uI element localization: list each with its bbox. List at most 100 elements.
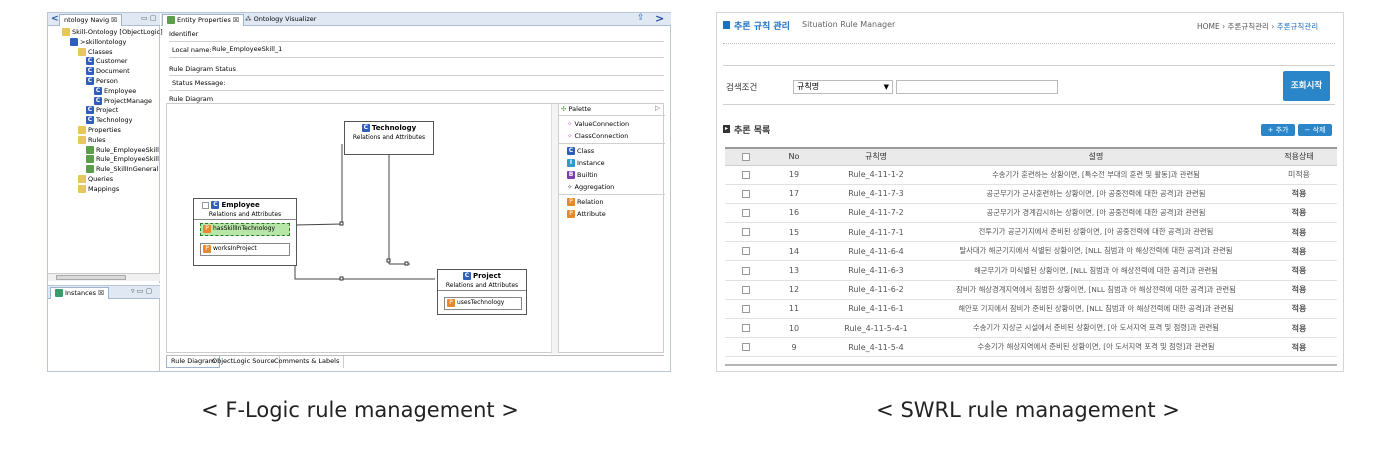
row-name[interactable]: Rule_4-11-5-4: [821, 337, 931, 358]
tab-ontology-visualizer[interactable]: ⁂ Ontology Visualizer: [241, 14, 320, 26]
table-row[interactable]: 14 Rule_4-11-6-4 탈사대가 해군기지에서 식별된 상황이면, [NL…: [725, 241, 1337, 262]
tree-item[interactable]: Classes: [78, 47, 113, 57]
export-icon[interactable]: ⇪: [637, 13, 645, 23]
tree-item[interactable]: Mappings: [78, 184, 119, 194]
palette-item[interactable]: P Relation: [567, 198, 603, 207]
table-row[interactable]: 11 Rule_4-11-6-1 해안포 기지에서 잠비가 준비된 상황이면, [N…: [725, 299, 1337, 320]
forward-icon[interactable]: >: [655, 12, 664, 25]
tree-item[interactable]: C ProjectManage: [94, 96, 152, 106]
row-checkbox[interactable]: [742, 170, 750, 179]
tab-comments-labels[interactable]: Comments & Labels: [270, 356, 345, 368]
tree-item[interactable]: Skill-Ontology [ObjectLogic]: [62, 28, 163, 37]
table-row[interactable]: 19 Rule_4-11-1-2 수송기가 훈련하는 상황이면, [특수전 부대의 …: [725, 165, 1337, 185]
tree-item[interactable]: C Project: [86, 106, 118, 115]
row-checkbox[interactable]: [742, 266, 750, 275]
table-row[interactable]: 16 Rule_4-11-7-2 공군무기가 경계감시하는 상황이면, [아 공중전…: [725, 203, 1337, 224]
nav-scrollbar[interactable]: [48, 273, 160, 281]
employee-checkbox[interactable]: [202, 201, 209, 209]
delete-button[interactable]: − 삭제: [1298, 124, 1332, 136]
table-row[interactable]: 13 Rule_4-11-6-3 해군무기가 미식별된 상황이면, [NLL 침범과…: [725, 260, 1337, 281]
row-checkbox[interactable]: [742, 208, 750, 217]
row-checkbox[interactable]: [742, 247, 750, 256]
row-select[interactable]: [725, 299, 767, 320]
tree-item[interactable]: C Document: [86, 67, 130, 76]
attr-works-in[interactable]: PworksInProject: [200, 243, 290, 256]
tab-entity-properties[interactable]: Entity Properties ☒: [162, 14, 244, 26]
tree-item[interactable]: C Employee: [94, 86, 136, 96]
row-select[interactable]: [725, 280, 767, 300]
palette-item[interactable]: ✧ Aggregation: [567, 183, 614, 192]
tree-item[interactable]: Rule_EmployeeSkill: [86, 155, 159, 164]
palette-item[interactable]: I Instance: [567, 159, 605, 168]
tree-item[interactable]: C Customer: [86, 57, 128, 66]
folder-icon: [78, 135, 86, 144]
local-name-field[interactable]: Rule_EmployeeSkill_1: [212, 45, 282, 53]
employee-node[interactable]: C Employee Relations and Attributes PhasS…: [193, 198, 297, 266]
palette-collapse-icon[interactable]: ▷: [655, 104, 660, 112]
tab-instances[interactable]: Instances ☒: [50, 287, 109, 299]
instances-view-menu-icon[interactable]: ▿ ▭ ▢: [131, 287, 152, 295]
row-select[interactable]: [725, 222, 767, 243]
row-select[interactable]: [725, 318, 767, 339]
row-name[interactable]: Rule_4-11-7-2: [821, 203, 931, 224]
row-checkbox[interactable]: [742, 324, 750, 333]
tree-item[interactable]: Rule_SkillInGeneral: [86, 165, 158, 174]
row-checkbox[interactable]: [742, 343, 750, 352]
tree-item[interactable]: Rule_EmployeeSkill: [86, 145, 159, 155]
search-input[interactable]: [896, 80, 1058, 94]
attr-uses-tech[interactable]: PusesTechnology: [444, 297, 522, 310]
row-name[interactable]: Rule_4-11-5-4-1: [821, 318, 931, 339]
tree-item[interactable]: Rules: [78, 135, 106, 145]
row-select[interactable]: [725, 260, 767, 281]
row-name[interactable]: Rule_4-11-7-1: [821, 222, 931, 243]
table-row[interactable]: 12 Rule_4-11-6-2 잠비가 해상경계지역에서 침범한 상황이면, [N…: [725, 280, 1337, 300]
tab-navigator[interactable]: ntology Navig ☒: [59, 14, 122, 26]
tree-item[interactable]: Queries: [78, 175, 113, 184]
row-select[interactable]: [725, 241, 767, 262]
header-select-all[interactable]: [725, 147, 767, 166]
canvas-vscroll[interactable]: [551, 104, 558, 354]
palette-header[interactable]: ✣ Palette: [561, 105, 591, 113]
search-select[interactable]: 규칙명 ▼: [793, 80, 893, 94]
palette-item[interactable]: C Class: [567, 147, 594, 156]
breadcrumb-mid[interactable]: 추론규칙관리: [1228, 22, 1269, 31]
add-button[interactable]: + 추가: [1261, 124, 1295, 136]
row-checkbox[interactable]: [742, 228, 750, 237]
diagram-canvas[interactable]: C Technology Relations and Attributes C Em…: [166, 103, 558, 354]
table-row[interactable]: 9 Rule_4-11-5-4 수송기가 해상지역에서 준비된 상황이면, [아 도…: [725, 337, 1337, 358]
class-icon: C: [94, 96, 102, 105]
palette-item[interactable]: ✧ ValueConnection: [567, 120, 629, 129]
select-all-checkbox[interactable]: [742, 152, 750, 161]
row-select[interactable]: [725, 203, 767, 224]
search-button[interactable]: 조회시작: [1283, 71, 1330, 101]
row-checkbox[interactable]: [742, 285, 750, 294]
row-name[interactable]: Rule_4-11-6-4: [821, 241, 931, 262]
row-name[interactable]: Rule_4-11-1-2: [821, 165, 931, 185]
row-name[interactable]: Rule_4-11-6-2: [821, 280, 931, 300]
row-select[interactable]: [725, 337, 767, 358]
row-select[interactable]: [725, 184, 767, 204]
row-name[interactable]: Rule_4-11-6-3: [821, 260, 931, 281]
technology-node[interactable]: C Technology Relations and Attributes: [344, 121, 434, 155]
tree-item[interactable]: Properties: [78, 126, 121, 135]
breadcrumb-home[interactable]: HOME: [1197, 22, 1220, 31]
tree-item[interactable]: >skillontology: [70, 37, 126, 47]
palette-item[interactable]: B Builtin: [567, 171, 598, 180]
project-node[interactable]: C Project Relations and Attributes PusesT…: [437, 269, 527, 315]
palette-item[interactable]: ✧ ClassConnection: [567, 132, 628, 141]
tree-item[interactable]: C Technology: [86, 116, 132, 125]
row-checkbox[interactable]: [742, 189, 750, 198]
table-row[interactable]: 17 Rule_4-11-7-3 공군무기가 군사훈련하는 상황이면, [아 공중전…: [725, 184, 1337, 204]
tree-item[interactable]: C Person: [86, 77, 118, 86]
nav-back-icon[interactable]: <: [51, 14, 59, 24]
row-select[interactable]: [725, 165, 767, 185]
row-name[interactable]: Rule_4-11-7-3: [821, 184, 931, 204]
minimize-icon[interactable]: ▭ ▢: [141, 14, 156, 22]
table-row[interactable]: 15 Rule_4-11-7-1 전투기가 공군기지에서 준비된 상황이면, [아 …: [725, 222, 1337, 243]
row-name[interactable]: Rule_4-11-6-1: [821, 299, 931, 320]
table-row[interactable]: 10 Rule_4-11-5-4-1 수송기가 지상군 시설에서 준비된 상황이면,…: [725, 318, 1337, 339]
attr-has-skill[interactable]: PhasSkillInTechnology: [200, 223, 290, 236]
row-checkbox[interactable]: [742, 304, 750, 313]
tab-objectlogic-source[interactable]: ObjectLogic Source: [208, 356, 280, 368]
palette-item[interactable]: P Attribute: [567, 210, 606, 219]
